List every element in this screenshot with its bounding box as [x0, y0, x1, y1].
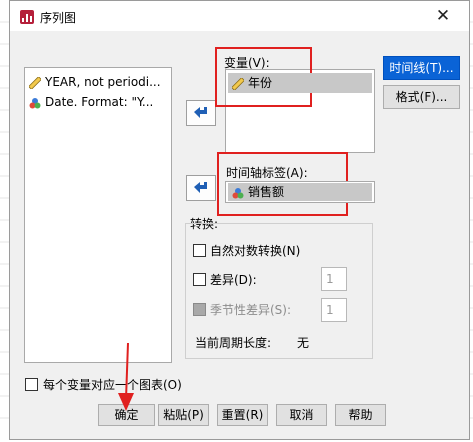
time-axis-label: 时间轴标签(A):: [226, 166, 308, 180]
one-chart-per-variable-label: 每个变量对应一个图表(O): [43, 378, 182, 392]
move-to-variables-button[interactable]: [186, 100, 216, 126]
one-chart-per-variable-checkbox[interactable]: [25, 378, 38, 391]
seasonal-difference-checkbox[interactable]: [193, 303, 206, 316]
list-item[interactable]: YEAR, not periodi...: [29, 73, 161, 91]
natural-log-checkbox[interactable]: [193, 244, 206, 257]
seasonal-difference-input[interactable]: 1: [321, 298, 347, 322]
ruler-icon: [232, 77, 244, 90]
move-to-time-axis-button[interactable]: [186, 175, 216, 201]
reset-button[interactable]: 重置(R): [217, 404, 268, 426]
difference-input[interactable]: 1: [321, 267, 347, 291]
list-item[interactable]: Date. Format: "Y...: [29, 93, 153, 111]
close-icon[interactable]: ✕: [431, 5, 455, 27]
difference-checkbox[interactable]: [193, 273, 206, 286]
variables-label: 变量(V):: [224, 56, 270, 70]
ruler-icon: [29, 76, 41, 89]
period-length-label: 当前周期长度:: [195, 336, 272, 350]
dialog-title: 序列图: [40, 11, 77, 25]
title-bar: 序列图 ✕: [10, 1, 469, 31]
period-length-value: 无: [297, 336, 310, 350]
nominal-balls-icon: [29, 97, 41, 108]
format-button[interactable]: 格式(F)...: [383, 85, 460, 109]
variables-selected-item[interactable]: 年份: [228, 73, 372, 93]
arrow-left-icon: [194, 182, 207, 193]
arrow-left-icon: [194, 107, 207, 118]
time-lines-button[interactable]: 时间线(T)...: [383, 56, 460, 80]
natural-log-label: 自然对数转换(N): [210, 244, 301, 258]
annotation-arrow-icon: [118, 342, 134, 411]
help-button[interactable]: 帮助: [335, 404, 386, 426]
time-axis-selected-item[interactable]: 销售额: [228, 183, 372, 201]
difference-label: 差异(D):: [210, 273, 257, 287]
cancel-button[interactable]: 取消: [276, 404, 327, 426]
paste-button[interactable]: 粘贴(P): [158, 404, 209, 426]
sequence-chart-dialog: 序列图 ✕ YEAR, not periodi... Date. Format:…: [9, 0, 470, 440]
seasonal-difference-label: 季节性差异(S):: [210, 303, 292, 317]
source-variable-list[interactable]: YEAR, not periodi... Date. Format: "Y...: [24, 67, 172, 363]
chart-app-icon: [20, 10, 34, 24]
nominal-balls-icon: [232, 187, 244, 198]
